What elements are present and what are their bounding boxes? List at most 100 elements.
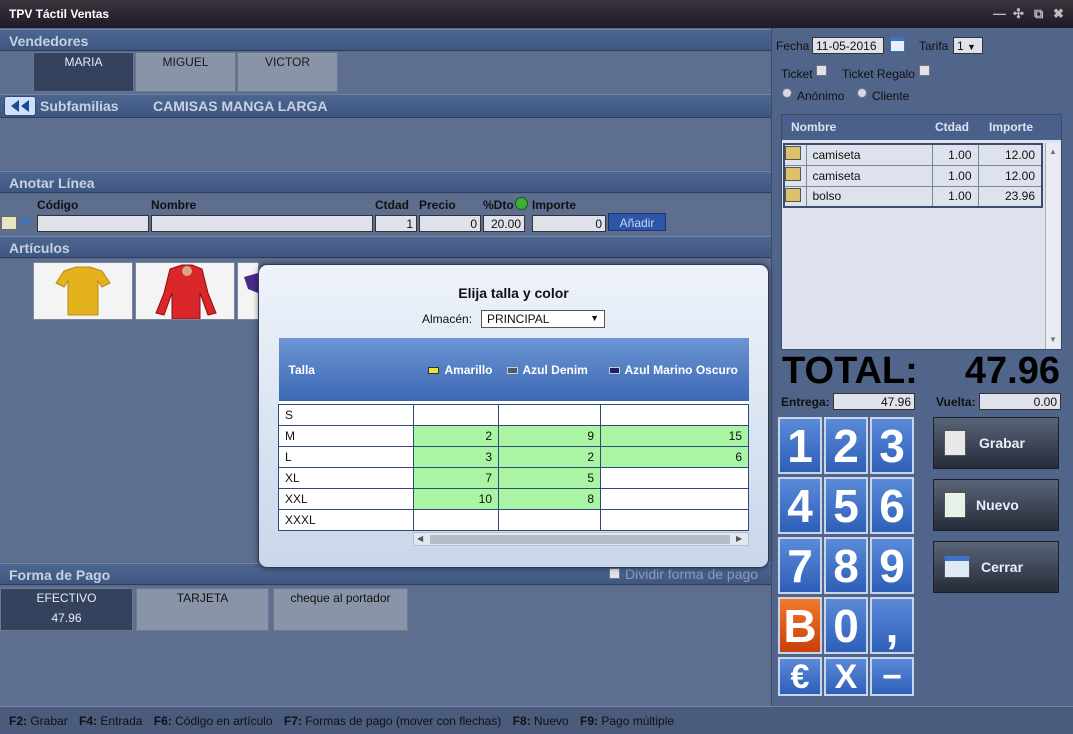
shortcut-f8: F8: Nuevo xyxy=(512,714,569,728)
grabar-button[interactable]: Grabar xyxy=(933,417,1059,469)
shortcut-bar: F2: Grabar F4: Entrada F6: Código en art… xyxy=(0,706,1073,734)
key-0[interactable]: 0 xyxy=(824,597,868,654)
pay-label: EFECTIVO xyxy=(36,591,97,605)
pay-label: cheque al portador xyxy=(290,591,391,605)
seller-victor[interactable]: VICTOR xyxy=(237,52,338,92)
ticket-scrollbar[interactable]: ▲ ▼ xyxy=(1045,143,1060,349)
move-icon[interactable]: ✣ xyxy=(1013,6,1024,22)
key-multiply[interactable]: X xyxy=(824,657,868,696)
regalo-checkbox[interactable] xyxy=(919,65,930,76)
key-4[interactable]: 4 xyxy=(778,477,822,534)
scroll-right-icon[interactable]: ▶ xyxy=(736,534,742,543)
table-edit-icon[interactable] xyxy=(1,216,17,230)
cerrar-label: Cerrar xyxy=(981,559,1024,575)
grid-header: Talla Amarillo Azul Denim Azul Marino Os… xyxy=(278,338,749,401)
dropdown-arrow-icon[interactable] xyxy=(20,219,32,226)
grid-hscrollbar[interactable]: ◀ ▶ xyxy=(413,532,749,546)
vuelta-input[interactable]: 0.00 xyxy=(979,393,1061,410)
key-euro[interactable]: € xyxy=(778,657,822,696)
grid-row-xxl[interactable]: XXL 10 8 xyxy=(278,487,749,510)
codigo-input[interactable] xyxy=(37,215,149,232)
importe-input[interactable]: 0 xyxy=(532,215,606,232)
grid-row-xl[interactable]: XL 7 5 xyxy=(278,466,749,489)
ticket-list-header: Nombre Ctdad Importe xyxy=(782,115,1061,140)
subfamilias-panel xyxy=(0,118,771,170)
ctdad-header: Ctdad xyxy=(375,198,409,212)
codigo-header: Código xyxy=(37,198,79,212)
fecha-input[interactable]: 11-05-2016 xyxy=(812,37,884,54)
fecha-label: Fecha xyxy=(776,39,810,53)
dividir-label: Dividir forma de pago xyxy=(625,566,759,582)
articulos-header: Artículos xyxy=(0,236,771,258)
grid-row-s[interactable]: S xyxy=(278,403,749,426)
restore-icon[interactable]: ⧉ xyxy=(1034,6,1043,22)
seller-miguel[interactable]: MIGUEL xyxy=(135,52,236,92)
forma-pago-title: Forma de Pago xyxy=(9,567,111,583)
swatch-azul-marino xyxy=(608,366,620,374)
dialog-title: Elija talla y color xyxy=(458,285,569,301)
anonimo-label: Anónimo xyxy=(797,89,845,103)
product-icon xyxy=(784,186,807,208)
key-1[interactable]: 1 xyxy=(778,417,822,474)
almacen-label: Almacén: xyxy=(422,312,473,326)
nuevo-label: Nuevo xyxy=(976,497,1019,513)
pay-amount: 47.96 xyxy=(51,611,82,625)
product-tile-yellow-tshirt[interactable] xyxy=(33,262,133,320)
precio-input[interactable]: 0 xyxy=(419,215,481,232)
scroll-thumb[interactable] xyxy=(430,535,730,544)
grabar-label: Grabar xyxy=(979,435,1025,451)
key-minus[interactable]: − xyxy=(870,657,914,696)
nombre-input[interactable] xyxy=(151,215,373,232)
pay-label: TARJETA xyxy=(176,591,229,605)
regalo-label: Ticket Regalo xyxy=(842,67,915,81)
pay-tarjeta-button[interactable]: TARJETA xyxy=(136,588,269,631)
key-9[interactable]: 9 xyxy=(870,537,914,594)
dto-header: %Dto xyxy=(483,198,514,212)
swatch-azul-denim xyxy=(506,366,518,374)
close-icon[interactable]: ✖ xyxy=(1053,6,1064,22)
anonimo-radio[interactable] xyxy=(782,88,792,98)
ticket-line[interactable]: bolso 1.00 23.96 xyxy=(784,186,1043,208)
key-8[interactable]: 8 xyxy=(824,537,868,594)
pay-efectivo-button[interactable]: EFECTIVO 47.96 xyxy=(0,588,133,631)
yellow-tshirt-image xyxy=(55,266,111,316)
pay-cheque-button[interactable]: cheque al portador xyxy=(273,588,408,631)
product-tile-red-shirt[interactable] xyxy=(135,262,235,320)
add-button[interactable]: Añadir xyxy=(608,213,666,231)
dividir-checkbox[interactable] xyxy=(609,568,620,579)
scroll-left-icon[interactable]: ◀ xyxy=(417,534,423,543)
total-label: TOTAL: xyxy=(782,350,918,392)
cliente-radio[interactable] xyxy=(857,88,867,98)
almacen-select[interactable]: PRINCIPAL ▼ xyxy=(481,310,605,328)
minimize-icon[interactable]: — xyxy=(993,6,1006,21)
back-button[interactable] xyxy=(4,96,36,116)
shortcut-f9: F9: Pago múltiple xyxy=(580,714,675,728)
calendar-icon[interactable] xyxy=(890,37,905,52)
key-3[interactable]: 3 xyxy=(870,417,914,474)
tarifa-select[interactable]: 1 ▼ xyxy=(953,37,983,54)
key-2[interactable]: 2 xyxy=(824,417,868,474)
key-comma[interactable]: , xyxy=(870,597,914,654)
grid-row-m[interactable]: M 2 9 15 xyxy=(278,424,749,447)
document-new-icon xyxy=(944,492,966,518)
seller-maria[interactable]: MARIA xyxy=(33,52,134,92)
key-5[interactable]: 5 xyxy=(824,477,868,534)
refresh-icon[interactable] xyxy=(515,197,528,210)
key-7[interactable]: 7 xyxy=(778,537,822,594)
ticket-line[interactable]: camiseta 1.00 12.00 xyxy=(784,144,1043,166)
ticket-col-importe: Importe xyxy=(989,120,1034,134)
dto-input[interactable]: 20.00 xyxy=(483,215,525,232)
cliente-label: Cliente xyxy=(872,89,910,103)
grid-row-xxxl[interactable]: XXXL xyxy=(278,508,749,531)
grid-row-l[interactable]: L 3 2 6 xyxy=(278,445,749,468)
ctdad-input[interactable]: 1 xyxy=(375,215,417,232)
entrega-input[interactable]: 47.96 xyxy=(833,393,915,410)
cerrar-button[interactable]: Cerrar xyxy=(933,541,1059,593)
product-tile-purple[interactable] xyxy=(237,262,259,320)
ticket-lines: camiseta 1.00 12.00 camiseta 1.00 12.00 … xyxy=(783,143,1043,208)
ticket-line[interactable]: camiseta 1.00 12.00 xyxy=(784,165,1043,187)
key-6[interactable]: 6 xyxy=(870,477,914,534)
ticket-checkbox[interactable] xyxy=(816,65,827,76)
nuevo-button[interactable]: Nuevo xyxy=(933,479,1059,531)
key-backspace[interactable]: B xyxy=(778,597,822,654)
